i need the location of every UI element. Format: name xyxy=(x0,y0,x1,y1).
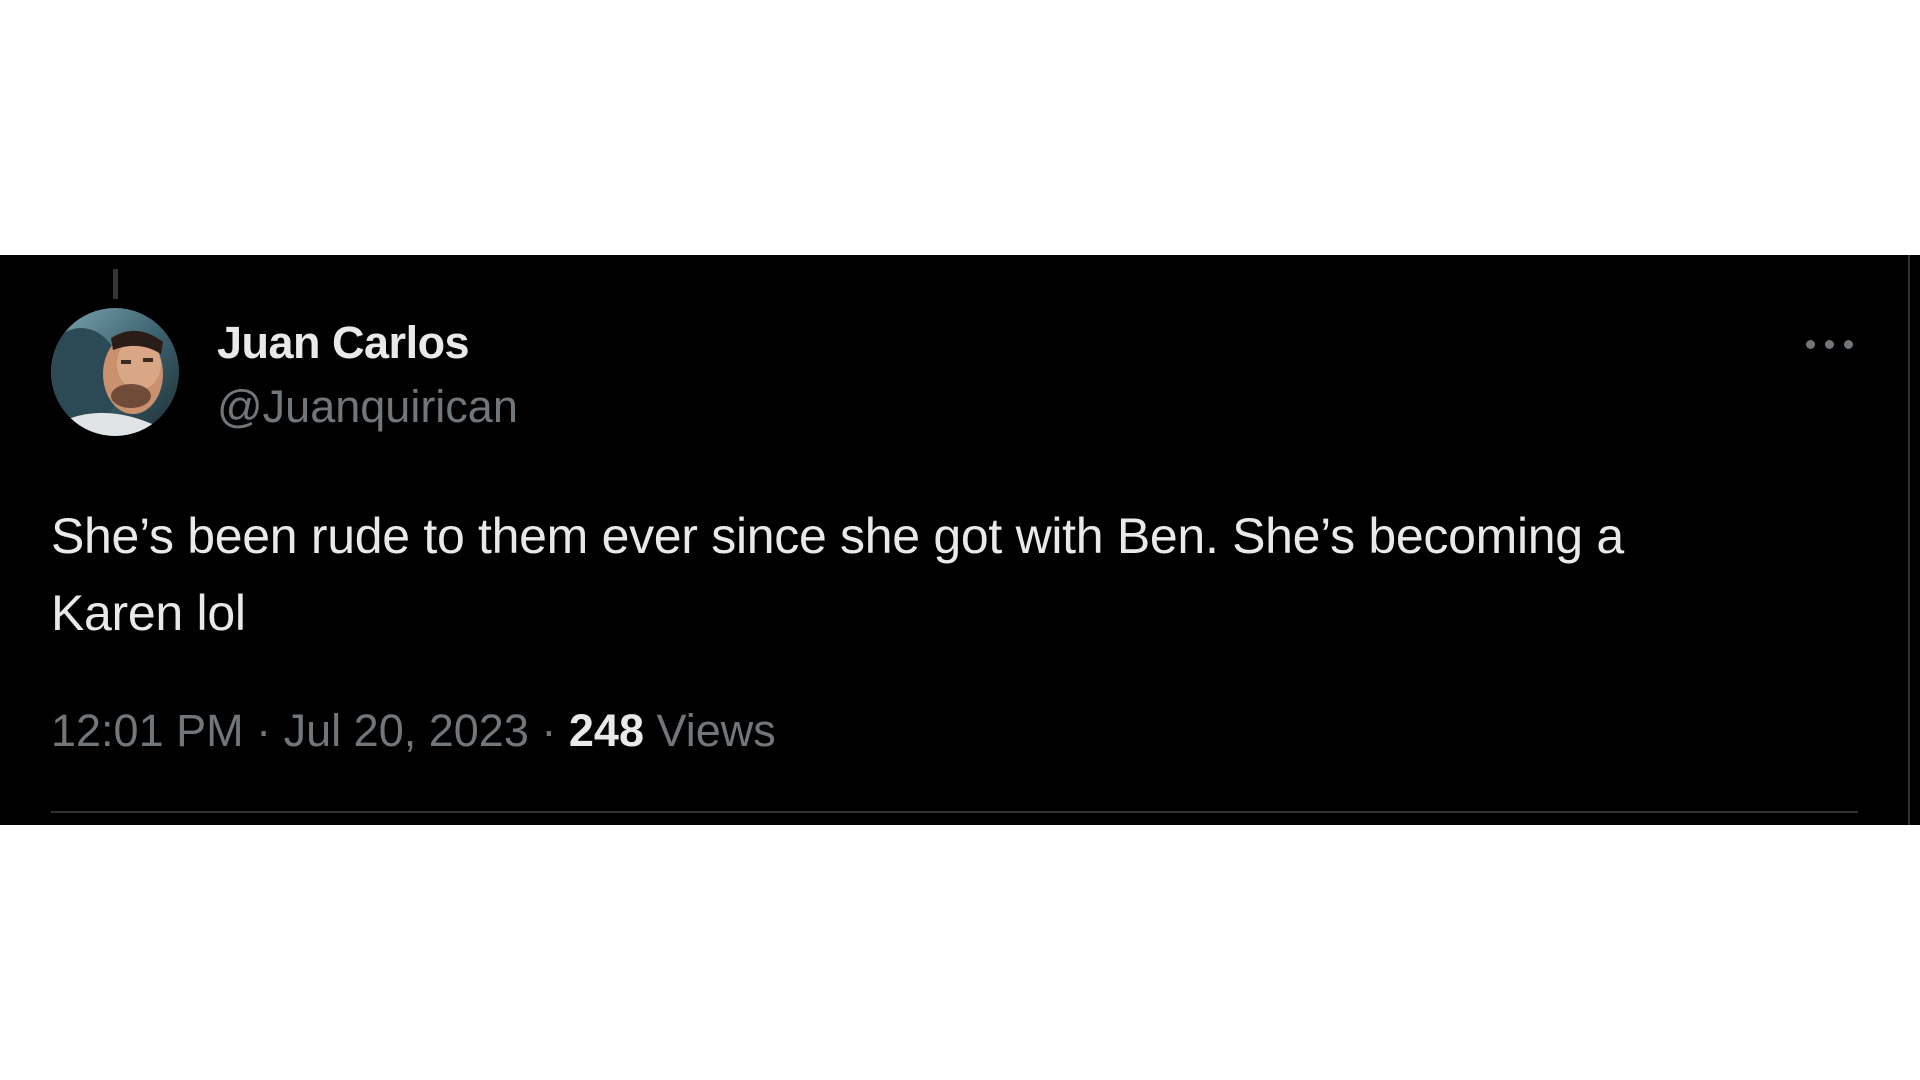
tweet-date[interactable]: Jul 20, 2023 xyxy=(284,705,529,756)
more-horizontal-icon xyxy=(1806,340,1815,349)
divider xyxy=(51,811,1858,813)
tweet-text-line: She’s been rude to them ever since she g… xyxy=(51,508,1624,564)
separator-dot: · xyxy=(256,705,272,756)
display-name[interactable]: Juan Carlos xyxy=(217,317,470,369)
tweet-metadata: 12:01 PM · Jul 20, 2023 · 248 Views xyxy=(51,705,776,757)
more-horizontal-icon xyxy=(1844,340,1853,349)
tweet-time[interactable]: 12:01 PM xyxy=(51,705,244,756)
views-count[interactable]: 248 xyxy=(569,705,644,756)
more-horizontal-icon xyxy=(1825,340,1834,349)
user-handle[interactable]: @Juanquirican xyxy=(217,381,518,433)
tweet-text: She’s been rude to them ever since she g… xyxy=(51,498,1841,652)
more-options-button[interactable] xyxy=(1800,325,1860,365)
avatar[interactable] xyxy=(51,308,179,436)
tweet-card: Juan Carlos @Juanquirican She’s been rud… xyxy=(0,255,1920,825)
tweet-text-line: Karen lol xyxy=(51,585,246,641)
column-border xyxy=(1908,255,1910,825)
separator-dot: · xyxy=(541,705,557,756)
profile-photo-icon xyxy=(51,308,179,436)
thread-connector-line xyxy=(113,269,118,299)
views-label: Views xyxy=(656,705,776,756)
